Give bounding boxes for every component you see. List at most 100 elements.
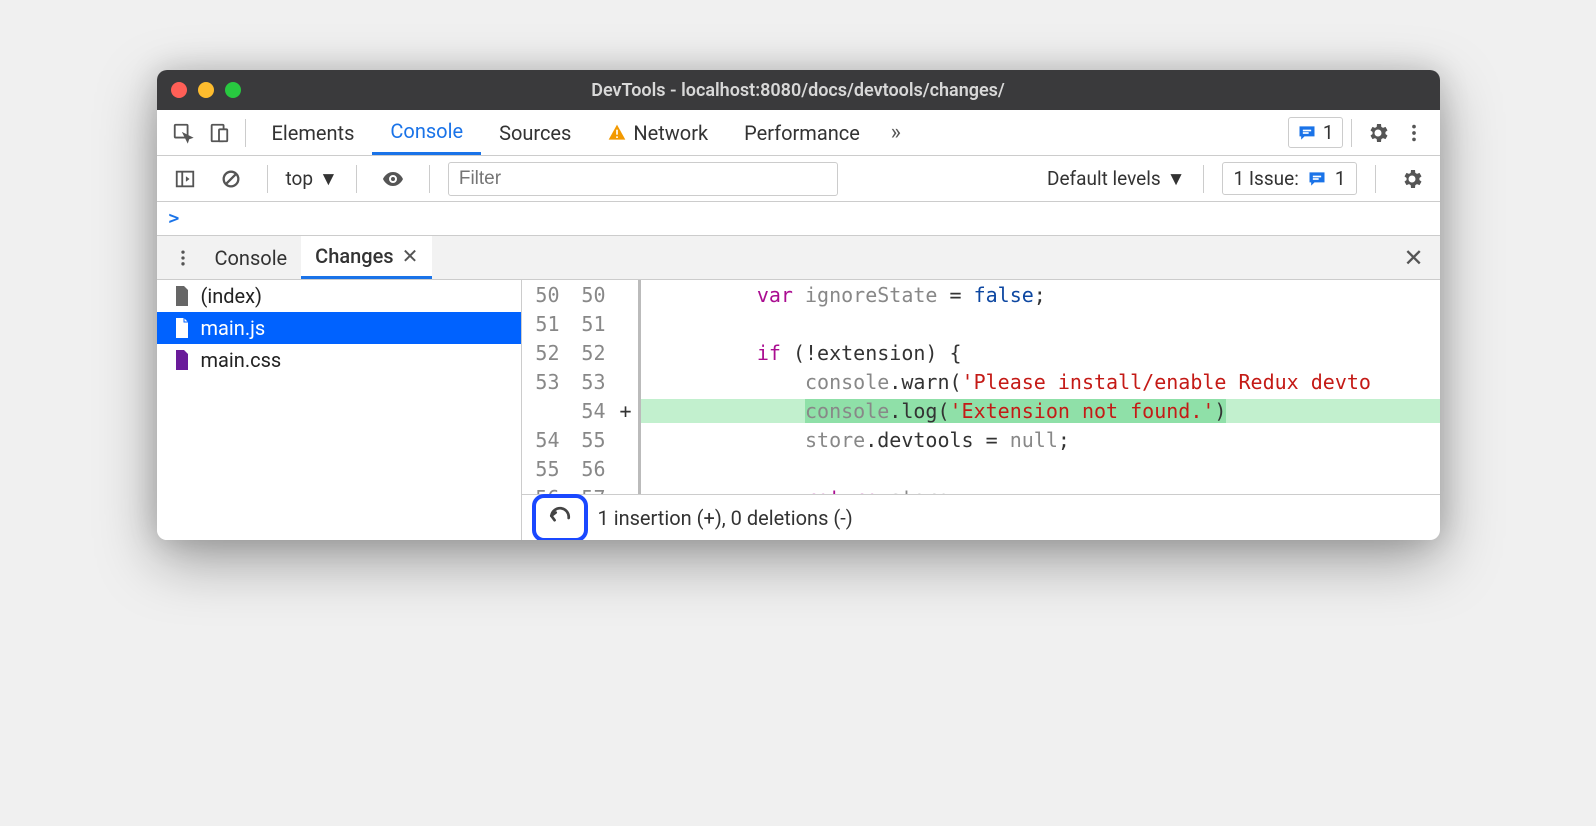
- file-name: main.css: [201, 348, 282, 372]
- line-old: 52: [522, 341, 568, 365]
- diff-marker: [614, 312, 638, 336]
- close-window-button[interactable]: [171, 82, 187, 98]
- diff-row: 54+ console.log('Extension not found.'): [522, 396, 1440, 425]
- gutter-bar: [638, 309, 641, 338]
- devtools-window: DevTools - localhost:8080/docs/devtools/…: [157, 70, 1440, 540]
- diff-footer: 1 insertion (+), 0 deletions (-): [522, 494, 1440, 540]
- tab-sources[interactable]: Sources: [481, 110, 589, 155]
- console-prompt[interactable]: >: [157, 202, 1440, 236]
- file-icon: [173, 350, 191, 370]
- issues-label: 1 Issue:: [1233, 167, 1298, 190]
- drawer-tabs-bar: Console Changes ✕ ✕: [157, 236, 1440, 280]
- inspect-element-icon[interactable]: [165, 115, 201, 151]
- tab-performance[interactable]: Performance: [726, 110, 878, 155]
- code-line: return store;: [641, 486, 1440, 495]
- diff-content[interactable]: 5050 var ignoreState = false;5151 5252 i…: [522, 280, 1440, 494]
- message-icon: [1297, 123, 1317, 143]
- drawer-tab-console[interactable]: Console: [201, 236, 302, 279]
- file-name: (index): [201, 284, 263, 308]
- traffic-lights: [171, 82, 241, 98]
- line-new: 51: [568, 312, 614, 336]
- tab-network[interactable]: Network: [589, 110, 726, 155]
- diff-summary: 1 insertion (+), 0 deletions (-): [598, 506, 853, 530]
- diff-marker: [614, 341, 638, 365]
- console-toolbar: top ▼ Default levels ▼ 1 Issue: 1: [157, 156, 1440, 202]
- divider: [1375, 165, 1376, 193]
- filter-input[interactable]: [448, 162, 838, 196]
- line-old: 51: [522, 312, 568, 336]
- file-item-index[interactable]: (index): [157, 280, 521, 312]
- message-icon: [1307, 169, 1327, 189]
- warning-icon: [607, 123, 627, 143]
- diff-row: 5252 if (!extension) {: [522, 338, 1440, 367]
- live-expression-icon[interactable]: [375, 161, 411, 197]
- line-old: 56: [522, 486, 568, 495]
- diff-row: 5556: [522, 454, 1440, 483]
- drawer-tab-changes[interactable]: Changes ✕: [301, 236, 432, 279]
- settings-icon[interactable]: [1360, 115, 1396, 151]
- divider: [1203, 165, 1204, 193]
- maximize-window-button[interactable]: [225, 82, 241, 98]
- console-settings-icon[interactable]: [1394, 161, 1430, 197]
- dropdown-icon: ▼: [1167, 167, 1186, 191]
- file-item-maincss[interactable]: main.css: [157, 344, 521, 376]
- issues-count: 1: [1335, 167, 1346, 190]
- drawer-kebab-icon[interactable]: [165, 240, 201, 276]
- gutter-bar: [638, 454, 641, 483]
- divider: [267, 165, 268, 193]
- diff-row: 5050 var ignoreState = false;: [522, 280, 1440, 309]
- file-item-mainjs[interactable]: main.js: [157, 312, 521, 344]
- diff-row: 5353 console.warn('Please install/enable…: [522, 367, 1440, 396]
- close-drawer-icon[interactable]: ✕: [1396, 240, 1432, 276]
- file-icon: [173, 318, 191, 338]
- line-old: 53: [522, 370, 568, 394]
- dropdown-icon: ▼: [319, 167, 338, 191]
- line-old: 50: [522, 283, 568, 307]
- minimize-window-button[interactable]: [198, 82, 214, 98]
- issues-count: 1: [1323, 121, 1334, 144]
- code-line: var ignoreState = false;: [641, 283, 1440, 307]
- close-tab-icon[interactable]: ✕: [402, 244, 419, 268]
- log-levels[interactable]: Default levels ▼: [1047, 167, 1185, 191]
- file-list: (index) main.js main.css: [157, 280, 522, 540]
- kebab-menu-icon[interactable]: [1396, 115, 1432, 151]
- context-selector[interactable]: top ▼: [286, 167, 338, 191]
- show-sidebar-icon[interactable]: [167, 161, 203, 197]
- divider: [1351, 119, 1352, 147]
- tab-console[interactable]: Console: [372, 110, 481, 155]
- tab-elements[interactable]: Elements: [254, 110, 373, 155]
- diff-row: 5657 return store;: [522, 483, 1440, 494]
- diff-marker: [614, 283, 638, 307]
- diff-row: 5151: [522, 309, 1440, 338]
- changes-panel: (index) main.js main.css 5050 var ignore…: [157, 280, 1440, 540]
- tab-network-label: Network: [633, 121, 708, 145]
- issues-badge[interactable]: 1: [1288, 117, 1343, 148]
- revert-icon[interactable]: [542, 500, 578, 536]
- line-old: 55: [522, 457, 568, 481]
- diff-marker: [614, 370, 638, 394]
- divider: [429, 165, 430, 193]
- line-new: 56: [568, 457, 614, 481]
- more-tabs-icon[interactable]: »: [878, 115, 914, 151]
- line-new: 52: [568, 341, 614, 365]
- line-new: 50: [568, 283, 614, 307]
- diff-marker: +: [614, 399, 638, 423]
- code-line: store.devtools = null;: [641, 428, 1440, 452]
- device-toolbar-icon[interactable]: [201, 115, 237, 151]
- diff-marker: [614, 428, 638, 452]
- line-new: 53: [568, 370, 614, 394]
- file-name: main.js: [201, 316, 266, 340]
- levels-label: Default levels: [1047, 167, 1161, 190]
- divider: [356, 165, 357, 193]
- line-new: 57: [568, 486, 614, 495]
- code-line: console.log('Extension not found.'): [641, 399, 1440, 423]
- diff-row: 5455 store.devtools = null;: [522, 425, 1440, 454]
- diff-marker: [614, 486, 638, 495]
- main-tabs-bar: Elements Console Sources Network Perform…: [157, 110, 1440, 156]
- drawer-changes-label: Changes: [315, 244, 393, 268]
- line-new: 54: [568, 399, 614, 423]
- clear-console-icon[interactable]: [213, 161, 249, 197]
- revert-button-highlight: [532, 494, 588, 541]
- issues-button[interactable]: 1 Issue: 1: [1222, 162, 1356, 195]
- file-icon: [173, 286, 191, 306]
